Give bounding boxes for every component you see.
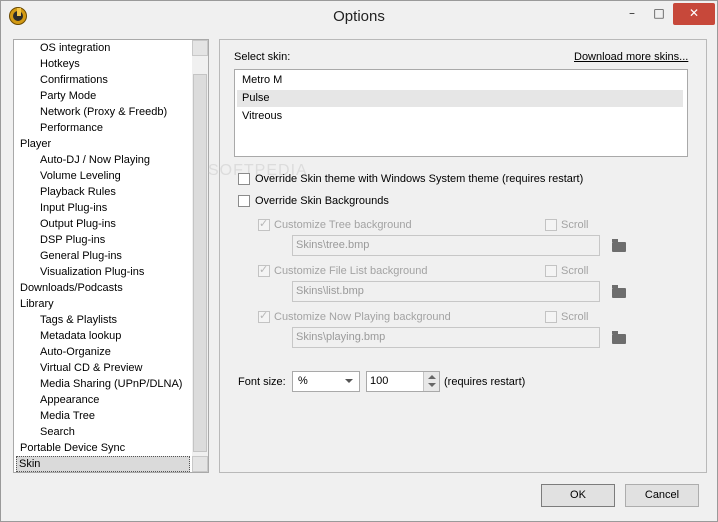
nowplaying-scroll-label: Scroll xyxy=(561,311,589,323)
skin-option-vitreous[interactable]: Vitreous xyxy=(237,108,683,125)
folder-icon[interactable] xyxy=(612,239,626,252)
check-icon: ✓ xyxy=(259,217,269,230)
arrow-up-icon[interactable] xyxy=(428,375,436,379)
tree-item[interactable]: Skin xyxy=(16,456,190,472)
tree-item[interactable]: DSP Plug-ins xyxy=(38,232,107,248)
stepper-buttons[interactable] xyxy=(423,372,439,391)
scroll-up-button[interactable] xyxy=(192,40,208,56)
check-icon: ✓ xyxy=(259,309,269,322)
folder-icon[interactable] xyxy=(612,331,626,344)
tree-item[interactable]: Output Plug-ins xyxy=(38,216,118,232)
tree-item[interactable]: Auto-Organize xyxy=(38,344,113,360)
tree-scrollbar[interactable] xyxy=(192,40,208,472)
override-system-theme-checkbox[interactable] xyxy=(238,173,250,185)
tree-item[interactable]: Metadata lookup xyxy=(38,328,123,344)
tree-item[interactable]: Search xyxy=(38,424,77,440)
skin-option-metro-m[interactable]: Metro M xyxy=(237,72,683,89)
filelist-scroll-label: Scroll xyxy=(561,265,589,277)
tree-item[interactable]: Tags & Playlists xyxy=(38,312,119,328)
customize-filelist-bg-label: Customize File List background xyxy=(274,265,428,277)
title-bar[interactable]: Options – □ ✕ xyxy=(1,1,717,31)
tree-bg-path-input[interactable]: Skins\tree.bmp xyxy=(292,235,600,256)
tree-item[interactable]: Downloads/Podcasts xyxy=(18,280,125,296)
override-backgrounds-label: Override Skin Backgrounds xyxy=(255,195,389,207)
tree-item[interactable]: Appearance xyxy=(38,392,101,408)
scroll-down-button[interactable] xyxy=(192,456,208,472)
close-button[interactable]: ✕ xyxy=(673,3,715,25)
tree-item[interactable]: OS integration xyxy=(38,40,112,56)
download-skins-link[interactable]: Download more skins... xyxy=(574,51,688,63)
options-window: Options – □ ✕ Skin Portable Device Sync Se… xyxy=(0,0,718,522)
skin-list[interactable]: Metro M Pulse Vitreous xyxy=(234,69,688,157)
folder-icon[interactable] xyxy=(612,285,626,298)
tree-item[interactable]: Portable Device Sync xyxy=(18,440,127,456)
tree-scroll-checkbox[interactable] xyxy=(545,219,557,231)
font-size-stepper[interactable]: 100 xyxy=(366,371,440,392)
override-backgrounds-checkbox[interactable] xyxy=(238,195,250,207)
scroll-thumb[interactable] xyxy=(193,74,207,452)
tree-item[interactable]: Virtual CD & Preview xyxy=(38,360,145,376)
tree-item[interactable]: Performance xyxy=(38,120,105,136)
tree-item[interactable]: Media Sharing (UPnP/DLNA) xyxy=(38,376,184,392)
nowplaying-bg-path-input[interactable]: Skins\playing.bmp xyxy=(292,327,600,348)
skin-settings-panel: Select skin: Download more skins... Metr… xyxy=(208,39,707,473)
chevron-down-icon xyxy=(345,379,353,383)
maximize-button[interactable]: □ xyxy=(646,3,672,25)
tree-item[interactable]: Playback Rules xyxy=(38,184,118,200)
tree-item[interactable]: Library xyxy=(18,296,56,312)
tree-item[interactable]: Network (Proxy & Freedb) xyxy=(38,104,169,120)
cancel-button[interactable]: Cancel xyxy=(625,484,699,507)
tree-item[interactable]: Party Mode xyxy=(38,88,98,104)
nowplaying-scroll-checkbox[interactable] xyxy=(545,311,557,323)
font-size-note: (requires restart) xyxy=(444,376,526,388)
tree-item[interactable]: Visualization Plug-ins xyxy=(38,264,146,280)
customize-tree-bg-label: Customize Tree background xyxy=(274,219,412,231)
override-system-theme-label: Override Skin theme with Windows System … xyxy=(255,173,584,185)
customize-nowplaying-bg-label: Customize Now Playing background xyxy=(274,311,451,323)
arrow-down-icon[interactable] xyxy=(428,383,436,387)
customize-tree-bg-checkbox[interactable]: ✓ xyxy=(258,217,270,231)
tree-item[interactable]: Player xyxy=(18,136,53,152)
filelist-bg-path-input[interactable]: Skins\list.bmp xyxy=(292,281,600,302)
font-size-unit-value: % xyxy=(298,375,308,387)
tree-item[interactable]: Media Tree xyxy=(38,408,97,424)
check-icon: ✓ xyxy=(259,263,269,276)
customize-filelist-bg-checkbox[interactable]: ✓ xyxy=(258,263,270,277)
filelist-scroll-checkbox[interactable] xyxy=(545,265,557,277)
options-tree[interactable]: Skin Portable Device Sync Search Media Tree… xyxy=(13,39,209,473)
tree-item[interactable]: Volume Leveling xyxy=(38,168,123,184)
window-title: Options xyxy=(333,8,385,25)
minimize-button[interactable]: – xyxy=(619,3,645,25)
tree-scroll-label: Scroll xyxy=(561,219,589,231)
tree-item[interactable]: Hotkeys xyxy=(38,56,82,72)
font-size-value: 100 xyxy=(370,375,389,387)
font-size-unit-select[interactable]: % xyxy=(292,371,360,392)
customize-nowplaying-bg-checkbox[interactable]: ✓ xyxy=(258,309,270,323)
tree-item[interactable]: General Plug-ins xyxy=(38,248,124,264)
tree-item[interactable]: Confirmations xyxy=(38,72,110,88)
skin-option-pulse[interactable]: Pulse xyxy=(237,90,683,107)
tree-item[interactable]: Auto-DJ / Now Playing xyxy=(38,152,152,168)
select-skin-label: Select skin: xyxy=(234,51,291,63)
ok-button[interactable]: OK xyxy=(541,484,615,507)
font-size-label: Font size: xyxy=(238,376,286,388)
tree-item[interactable]: Input Plug-ins xyxy=(38,200,109,216)
